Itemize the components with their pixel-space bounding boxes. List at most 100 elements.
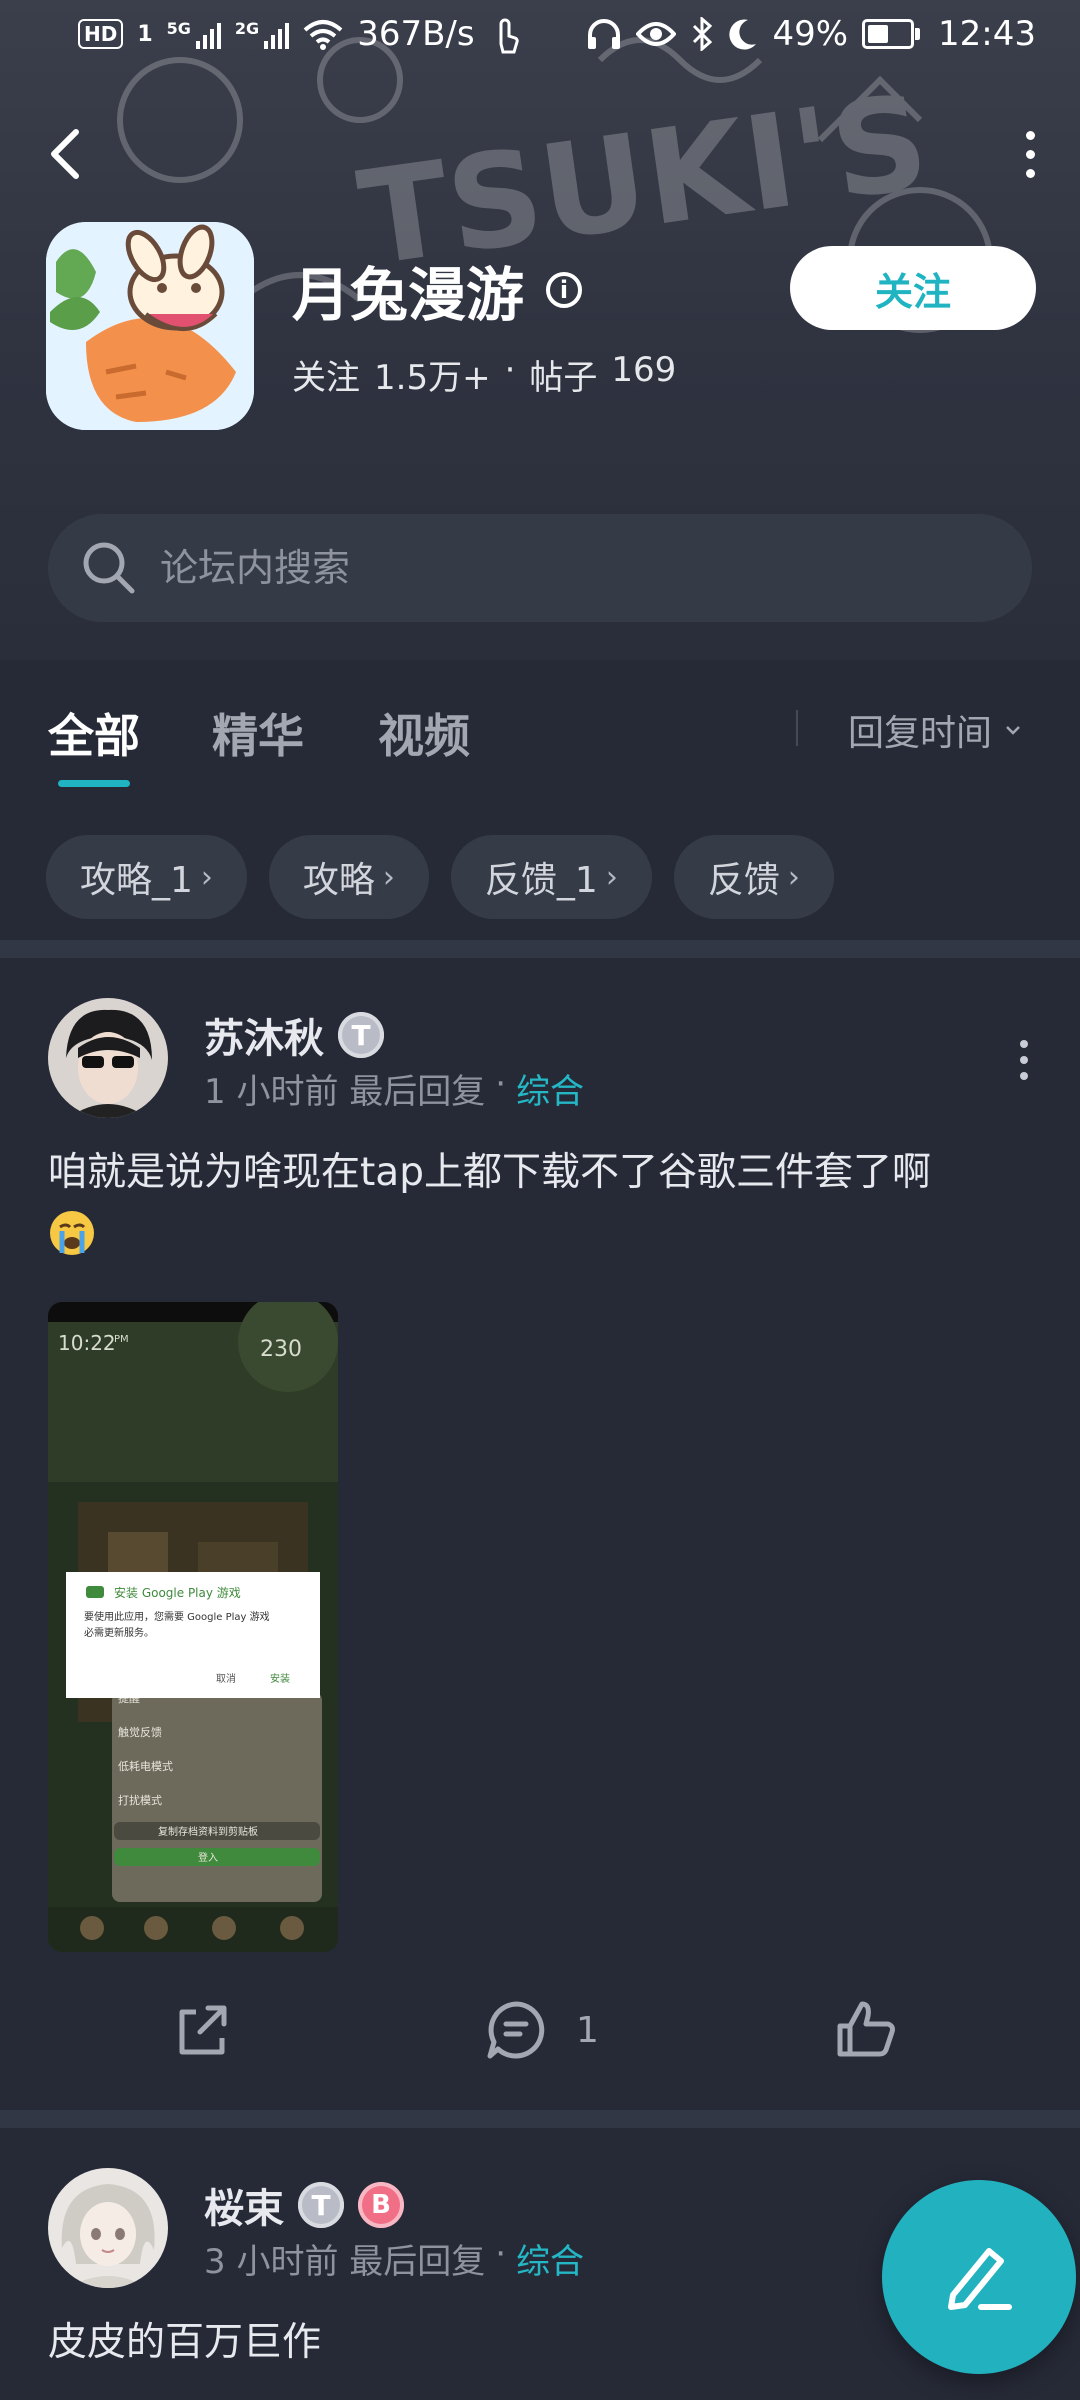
chip-guide[interactable]: 攻略 › (268, 835, 429, 919)
shot-dialog-title: 安装 Google Play 游戏 (114, 1585, 241, 1600)
more-options-button[interactable] (1010, 122, 1050, 186)
chevron-right-icon: › (200, 859, 213, 895)
follow-button[interactable]: 关注 (790, 246, 1036, 330)
author-row: 苏沐秋 T (204, 1006, 384, 1064)
chevron-right-icon: › (605, 859, 618, 895)
author-row: 桜束 T B (204, 2176, 404, 2234)
comment-icon (487, 2001, 545, 2059)
status-bar: HD 1 5G 2G 367B/s 49% 12:43 (0, 0, 1080, 72)
post-image[interactable]: 10:22 PM 230 提醒 触觉反馈 低耗电模式 打扰模式 复制存档资料到剪… (48, 1302, 338, 1952)
creator-badge: B (358, 2182, 404, 2228)
svg-text:打扰模式: 打扰模式 (118, 1793, 162, 1807)
touch-icon (499, 18, 519, 54)
post-more-button[interactable] (1014, 1040, 1034, 1080)
sim-indicator: 1 (137, 21, 153, 47)
tab-all[interactable]: 全部 (48, 700, 140, 766)
sort-dropdown[interactable]: 回复时间 (848, 704, 1022, 756)
hd-badge: HD (78, 19, 124, 49)
like-button[interactable] (834, 1998, 898, 2062)
meta-separator: · (495, 1064, 507, 1104)
forum-header: TSUKI'S HD 1 5G 2G 367B/s 49% 12:43 月兔漫游… (0, 0, 1080, 660)
post-content[interactable]: 咱就是说为啥现在tap上都下载不了谷歌三件套了啊 (48, 1142, 1038, 1266)
like-icon (837, 2001, 895, 2057)
category-chips: 攻略_1 › 攻略 › 反馈_1 › 反馈 › (46, 835, 834, 919)
info-icon[interactable]: i (546, 272, 583, 308)
chevron-right-icon: › (382, 859, 395, 895)
post-text: 咱就是说为啥现在tap上都下载不了谷歌三件套了啊 (48, 1150, 931, 1195)
sort-divider (796, 710, 798, 746)
chip-guide-1[interactable]: 攻略_1 › (46, 835, 247, 919)
chevron-right-icon: › (787, 859, 800, 895)
sort-label: 回复时间 (848, 713, 993, 754)
post-content[interactable]: 皮皮的百万巨作 (48, 2312, 1038, 2374)
svg-text:PM: PM (114, 1334, 129, 1345)
comment-button[interactable]: 1 (484, 1998, 599, 2062)
share-icon (179, 2005, 227, 2055)
level-badge: T (298, 2182, 344, 2228)
svg-text:要使用此应用，您需要 Google Play 游戏: 要使用此应用，您需要 Google Play 游戏 (84, 1610, 270, 1623)
post-card[interactable]: 苏沐秋 T 1 小时前 最后回复 · 综合 咱就是说为啥现在tap上都下载不了谷… (0, 958, 1080, 2108)
tab-featured[interactable]: 精华 (212, 700, 304, 766)
search-icon (83, 542, 135, 594)
forum-title: 月兔漫游 i (292, 248, 583, 332)
post-category[interactable]: 综合 (516, 1064, 584, 1113)
chip-feedback-1[interactable]: 反馈_1 › (450, 835, 652, 919)
headphones-icon (588, 19, 621, 49)
stats-separator: · (504, 350, 516, 390)
tab-video[interactable]: 视频 (378, 700, 470, 766)
moon-icon (729, 19, 757, 50)
svg-text:安装: 安装 (270, 1672, 290, 1685)
tab-bar: 全部 精华 视频 回复时间 (0, 660, 1080, 800)
post-time: 3 小时前 最后回复 (204, 2242, 486, 2282)
author-name[interactable]: 苏沐秋 (204, 1006, 324, 1064)
forum-title-text: 月兔漫游 (292, 261, 525, 329)
svg-text:登入: 登入 (198, 1851, 218, 1864)
battery-icon (862, 19, 921, 49)
search-input[interactable] (158, 545, 962, 591)
shot-carrots: 230 (260, 1337, 302, 1362)
svg-text:低耗电模式: 低耗电模式 (118, 1760, 173, 1773)
game-screenshot: 10:22 PM 230 提醒 触觉反馈 低耗电模式 打扰模式 复制存档资料到剪… (48, 1302, 338, 1952)
author-name[interactable]: 桜束 (204, 2176, 284, 2234)
forum-app-icon (46, 222, 254, 430)
tab-indicator (58, 780, 130, 787)
svg-text:复制存档资料到剪贴板: 复制存档资料到剪贴板 (158, 1825, 258, 1838)
carrot-rabbit-icon (46, 222, 254, 430)
svg-text:触觉反馈: 触觉反馈 (118, 1725, 162, 1739)
posts-count: 169 (611, 350, 677, 390)
followers-count: 1.5万+ (374, 358, 491, 398)
forum-search-bar[interactable] (48, 514, 1032, 622)
posts-label: 帖子 (529, 358, 598, 398)
chip-feedback[interactable]: 反馈 › (673, 835, 834, 919)
compose-icon (948, 2248, 1012, 2310)
network-speed: 367B/s (357, 14, 475, 54)
bluetooth-icon (693, 17, 713, 51)
level-badge: T (338, 1012, 384, 1058)
section-divider (0, 940, 1080, 958)
avatar[interactable] (48, 2168, 168, 2288)
signal-icon: 5G (167, 19, 221, 49)
svg-text:取消: 取消 (216, 1672, 236, 1685)
section-divider (0, 2110, 1080, 2128)
post-text: 皮皮的百万巨作 (48, 2320, 322, 2365)
share-button[interactable] (170, 1998, 234, 2062)
avatar[interactable] (48, 998, 168, 1118)
meta-separator: · (495, 2234, 507, 2274)
svg-text:必需更新服务。: 必需更新服务。 (84, 1626, 154, 1639)
post-category[interactable]: 综合 (516, 2234, 584, 2283)
back-icon[interactable] (40, 122, 96, 186)
battery-percent: 49% (772, 14, 849, 54)
post-actions: 1 (0, 1998, 1080, 2088)
signal-icon-2: 2G (235, 19, 290, 49)
post-meta: 1 小时前 最后回复 · 综合 (204, 1064, 584, 1113)
post-time: 1 小时前 最后回复 (204, 1072, 486, 1112)
followers-label: 关注 (292, 358, 360, 398)
post-meta: 3 小时前 最后回复 · 综合 (204, 2234, 584, 2283)
eye-icon (636, 22, 677, 46)
compose-button[interactable] (882, 2180, 1076, 2374)
chevron-down-icon (1006, 726, 1020, 735)
forum-stats: 关注 1.5万+ · 帖子 169 (292, 350, 676, 399)
shot-clock: 10:22 (58, 1331, 116, 1355)
crying-face-icon (50, 1211, 94, 1255)
comment-count: 1 (576, 2009, 599, 2051)
